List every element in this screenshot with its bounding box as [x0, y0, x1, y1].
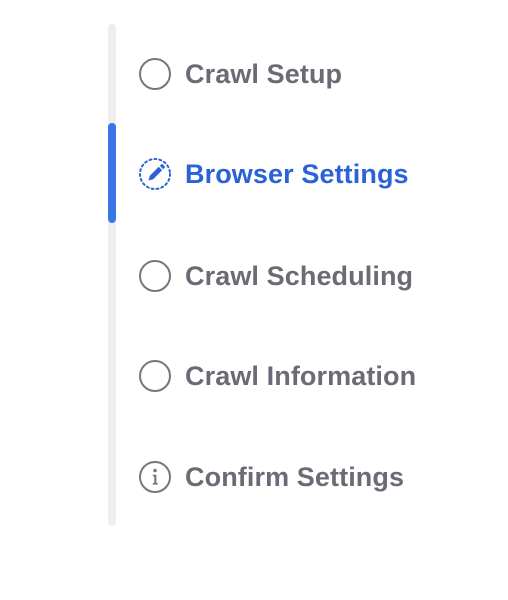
- empty-circle-icon: [138, 359, 172, 393]
- step-label: Crawl Scheduling: [185, 260, 414, 291]
- step-label: Browser Settings: [185, 158, 409, 189]
- step-crawl-information[interactable]: Crawl Information: [138, 356, 416, 396]
- pencil-dotted-circle-icon: [138, 157, 172, 191]
- step-confirm-settings[interactable]: Confirm Settings: [138, 457, 404, 497]
- step-label: Confirm Settings: [185, 461, 405, 492]
- active-step-indicator: [108, 123, 116, 223]
- info-circle-icon: [138, 460, 172, 494]
- empty-circle-icon: [138, 57, 172, 91]
- step-crawl-scheduling[interactable]: Crawl Scheduling: [138, 256, 413, 296]
- step-label: Crawl Information: [185, 360, 417, 391]
- settings-stepper-nav: Crawl Setup Browser Settings Crawl Sched…: [108, 24, 488, 526]
- progress-track: [108, 24, 116, 526]
- empty-circle-icon: [138, 259, 172, 293]
- step-crawl-setup[interactable]: Crawl Setup: [138, 54, 342, 94]
- step-label: Crawl Setup: [185, 58, 343, 89]
- step-browser-settings[interactable]: Browser Settings: [138, 154, 409, 194]
